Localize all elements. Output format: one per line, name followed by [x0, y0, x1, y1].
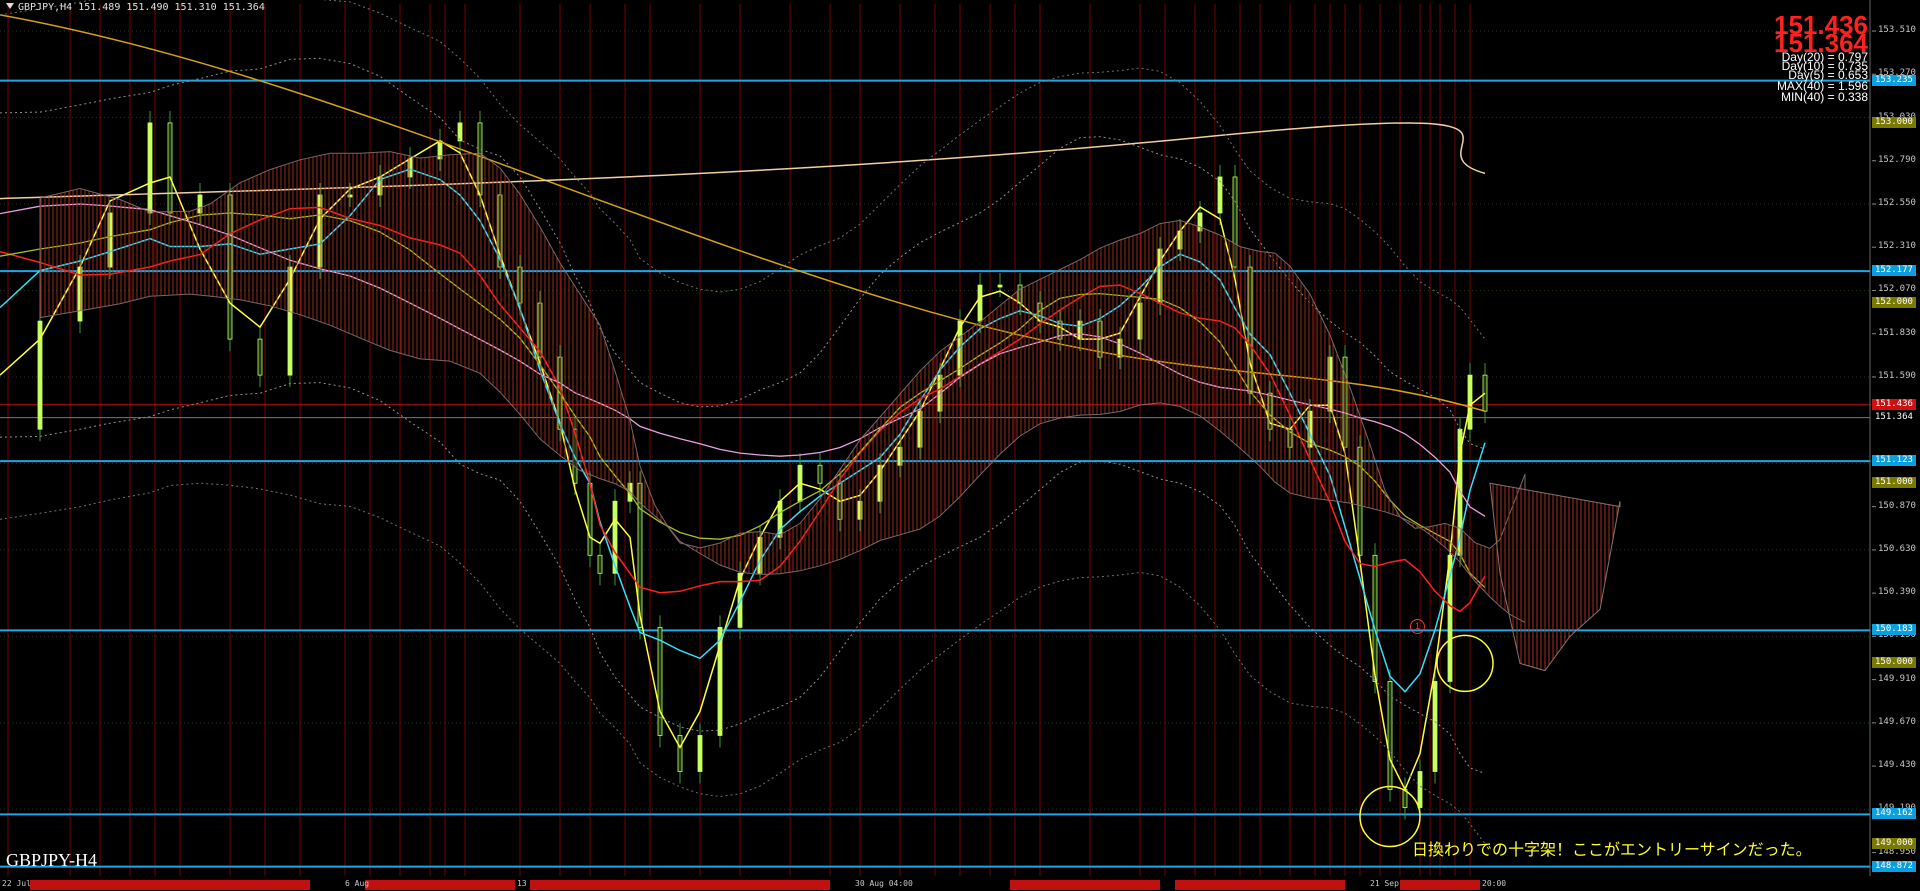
- candle-body: [167, 122, 173, 214]
- level-tag: 150.000: [1872, 657, 1916, 669]
- time-axis-highlight: [1175, 880, 1345, 890]
- candle-body: [457, 122, 463, 142]
- price-tick: 151.590: [1878, 370, 1916, 381]
- candle-body: [997, 284, 1003, 288]
- price-tick: 150.870: [1878, 500, 1916, 511]
- future-cloud: [1489, 482, 1621, 672]
- level-tag: 149.000: [1872, 837, 1916, 849]
- chart-header: GBPJPY,H4 151.489 151.490 151.310 151.36…: [6, 2, 265, 13]
- time-axis-highlight: [365, 880, 515, 890]
- candle-body: [697, 735, 703, 772]
- price-tick: 152.550: [1878, 197, 1916, 208]
- time-tick: 22 Jul: [2, 879, 31, 888]
- time-tick: 21 Sep: [1370, 879, 1399, 888]
- time-tick: 6 Aug: [345, 879, 370, 888]
- stat-line: MIN(40) = 0.338: [1780, 90, 1868, 104]
- candle-body: [587, 482, 593, 556]
- time-tick: 20:00: [1482, 879, 1507, 888]
- price-tick: 149.670: [1878, 716, 1916, 727]
- price-tick: 152.310: [1878, 241, 1916, 252]
- candle-body: [1417, 771, 1423, 808]
- level-tag: 149.162: [1872, 808, 1916, 820]
- level-tag: 151.000: [1872, 477, 1916, 489]
- level-tag: 152.000: [1872, 297, 1916, 309]
- level-tag: 153.000: [1872, 116, 1916, 128]
- time-axis-highlight: [1010, 880, 1160, 890]
- candle-body: [677, 735, 683, 772]
- time-tick: 30 Aug 04:00: [855, 879, 913, 888]
- price-tick: 149.430: [1878, 760, 1916, 771]
- price-tick: 153.510: [1878, 25, 1916, 36]
- level-tag: 150.183: [1872, 624, 1916, 636]
- level-tag: 151.436: [1872, 398, 1916, 410]
- dropdown-triangle-icon[interactable]: [6, 3, 14, 9]
- price-tick: 150.390: [1878, 587, 1916, 598]
- price-tick: 152.070: [1878, 284, 1916, 295]
- level-tag: 151.123: [1872, 455, 1916, 467]
- time-axis-highlight: [530, 880, 830, 890]
- candle-body: [147, 122, 153, 214]
- candle-body: [1217, 176, 1223, 214]
- annotation-text: 日換わりでの十字架！ここがエントリーサインだった。: [1412, 840, 1812, 859]
- price-chart-plot[interactable]: [0, 0, 1920, 891]
- time-axis[interactable]: 22 Jul 6 Aug 13 30 Aug 04:00 21 Sep 20:0…: [0, 879, 1920, 891]
- ma-beige-line: [0, 122, 1486, 200]
- level-tag: 151.364: [1872, 411, 1916, 423]
- candle-body: [1482, 374, 1488, 412]
- level-tag: 153.235: [1872, 74, 1916, 86]
- level-tag: 148.872: [1872, 860, 1916, 872]
- level-tag: 152.177: [1872, 265, 1916, 277]
- price-tick: 150.630: [1878, 543, 1916, 554]
- price-tick: 149.910: [1878, 673, 1916, 684]
- symbol-label: GBPJPY-H4: [6, 850, 98, 870]
- candle-body: [1467, 374, 1473, 430]
- candle-body: [1432, 681, 1438, 772]
- time-tick: 13: [517, 879, 527, 888]
- chart-window[interactable]: GBPJPY,H4 151.489 151.490 151.310 151.36…: [0, 0, 1920, 891]
- price-tick: 152.790: [1878, 154, 1916, 165]
- price-tick: 151.830: [1878, 327, 1916, 338]
- candle-body: [657, 626, 663, 736]
- ichimoku-cloud: [39, 151, 1526, 624]
- time-axis-highlight: [30, 880, 310, 890]
- candle-body: [977, 284, 983, 322]
- candle-body: [1387, 681, 1393, 790]
- time-axis-highlight: [1400, 880, 1480, 890]
- marker-circle-1: 1: [1410, 619, 1425, 634]
- candle-body: [257, 338, 263, 376]
- chart-header-text: GBPJPY,H4 151.489 151.490 151.310 151.36…: [18, 2, 265, 13]
- signal-circle: [1436, 634, 1494, 693]
- candle-body: [597, 554, 603, 574]
- candle-body: [817, 464, 823, 484]
